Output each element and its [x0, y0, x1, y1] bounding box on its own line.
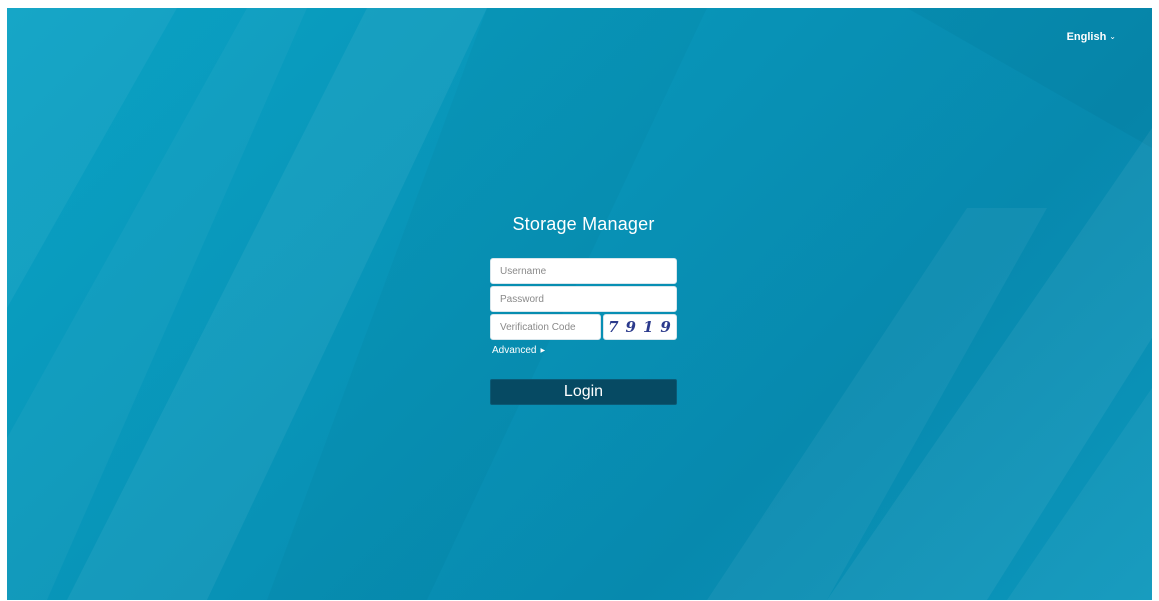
- verification-row: 7919: [490, 314, 677, 340]
- advanced-toggle[interactable]: Advanced ▶: [492, 345, 545, 356]
- password-input[interactable]: [490, 286, 677, 312]
- chevron-down-icon: ⌄: [1109, 31, 1116, 41]
- login-button[interactable]: Login: [490, 379, 677, 405]
- page-title: Storage Manager: [512, 214, 655, 234]
- captcha-code: 7919: [608, 318, 678, 336]
- login-page-background: English ⌄ Storage Manager 7919 Advanced …: [7, 8, 1152, 600]
- verification-code-input[interactable]: [490, 314, 601, 340]
- login-form: Storage Manager 7919 Advanced ▶ Login: [490, 212, 677, 405]
- advanced-label: Advanced: [492, 345, 537, 356]
- language-selector[interactable]: English ⌄: [1067, 31, 1116, 43]
- username-input[interactable]: [490, 258, 677, 284]
- language-label: English: [1066, 31, 1107, 43]
- triangle-right-icon: ▶: [540, 348, 546, 354]
- captcha-image[interactable]: 7919: [603, 314, 677, 340]
